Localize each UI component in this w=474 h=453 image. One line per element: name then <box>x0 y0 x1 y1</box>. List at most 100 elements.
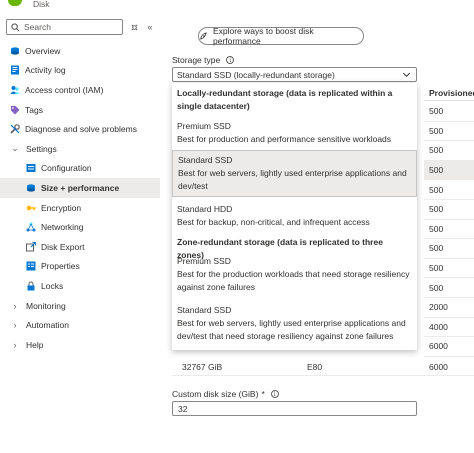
provisioned-column-header[interactable]: Provisioned <box>424 85 474 101</box>
chevron-down-icon <box>402 70 411 81</box>
option-description: Best for the production workloads that n… <box>177 269 410 292</box>
settings-icon[interactable] <box>128 21 140 33</box>
sidebar-group-settings[interactable]: ⌄ Settings <box>0 139 160 159</box>
dropdown-option-standard-ssd-zrs[interactable]: Standard SSD Best for web servers, light… <box>172 304 417 343</box>
option-title: Standard SSD <box>177 305 232 315</box>
info-icon[interactable]: i <box>226 56 235 64</box>
activity-log-icon <box>10 65 20 75</box>
search-box[interactable] <box>6 19 123 35</box>
option-description: Best for backup, non-critical, and infre… <box>177 217 370 227</box>
storage-type-label-text: Storage type <box>172 55 221 65</box>
option-title: Standard SSD <box>178 155 233 165</box>
chevron-down-icon: ⌄ <box>11 143 19 154</box>
sidebar-item-label: Properties <box>41 261 80 272</box>
explore-button-label: Explore ways to boost disk performance <box>212 26 314 46</box>
chevron-right-icon: › <box>13 320 17 331</box>
sidebar-item-diagnose[interactable]: Diagnose and solve problems <box>0 119 160 139</box>
dropdown-option-standard-ssd-lrs[interactable]: Standard SSD Best for web servers, light… <box>172 150 417 197</box>
option-description: Best for web servers, lightly used enter… <box>178 168 407 191</box>
storage-type-value: Standard SSD (locally-redundant storage) <box>177 69 335 80</box>
table-cell-size: 32767 GiB <box>182 361 223 372</box>
sidebar-item-disk-export[interactable]: Disk Export <box>0 237 160 257</box>
sidebar-group-monitoring[interactable]: › Monitoring <box>0 296 160 316</box>
table-cell-provisioned[interactable]: 500 <box>424 220 474 240</box>
sidebar-item-label: Size + performance <box>41 182 120 193</box>
sidebar-group-label: Automation <box>26 320 69 331</box>
storage-type-select[interactable]: Standard SSD (locally-redundant storage) <box>172 67 417 82</box>
page-subtitle: Disk <box>33 0 50 9</box>
search-input[interactable] <box>24 22 120 32</box>
explore-boost-performance-button[interactable]: Explore ways to boost disk performance <box>198 26 364 46</box>
sidebar-item-label: Activity log <box>25 65 66 76</box>
collapse-icon[interactable]: « <box>144 21 156 33</box>
lock-icon <box>26 281 36 291</box>
dropdown-option-premium-ssd-zrs[interactable]: Premium SSD Best for the production work… <box>172 255 417 294</box>
table-cell-provisioned[interactable]: 500 <box>424 102 474 122</box>
disk-resource-icon <box>8 0 22 6</box>
disk-export-icon <box>26 241 36 252</box>
option-title: Standard HDD <box>177 204 233 214</box>
configuration-icon <box>26 163 36 173</box>
sidebar-group-label: Help <box>26 339 44 350</box>
sidebar-item-label: Locks <box>41 280 64 291</box>
sidebar-item-overview[interactable]: Overview <box>0 41 160 61</box>
table-cell-provisioned[interactable]: 4000 <box>424 318 474 338</box>
sidebar-item-iam[interactable]: Access control (IAM) <box>0 80 160 100</box>
sidebar-item-label: Access control (IAM) <box>25 84 104 95</box>
custom-disk-size-label: Custom disk size (GiB) * i <box>172 389 279 399</box>
info-icon[interactable]: i <box>270 390 279 398</box>
table-cell-provisioned[interactable]: 500 <box>424 278 474 298</box>
table-cell-provisioned[interactable]: 500 <box>424 141 474 161</box>
required-marker: * <box>261 389 265 399</box>
sidebar-item-label: Tags <box>25 104 43 115</box>
dropdown-option-premium-ssd-lrs[interactable]: Premium SSD Best for production and perf… <box>172 120 417 146</box>
table-cell-provisioned[interactable]: 500 <box>424 122 474 142</box>
custom-disk-size-input[interactable] <box>172 401 417 416</box>
sidebar-group-label: Monitoring <box>26 300 66 311</box>
table-cell-provisioned[interactable]: 500 <box>424 239 474 259</box>
sidebar-item-size-performance[interactable]: Size + performance <box>0 178 160 198</box>
option-description: Best for web servers, lightly used enter… <box>177 318 406 341</box>
overview-icon <box>10 46 20 56</box>
sidebar-item-networking[interactable]: Networking <box>0 217 160 237</box>
storage-type-label: Storage type i <box>172 55 235 65</box>
option-description: Best for production and performance sens… <box>177 134 392 144</box>
key-icon <box>26 203 36 213</box>
sidebar-nav: Overview Activity log Access control (IA… <box>0 41 160 355</box>
table-cell-provisioned[interactable]: 6000 <box>424 337 474 357</box>
table-cell-provisioned[interactable]: 500 <box>424 200 474 220</box>
wrench-icon <box>10 124 20 134</box>
sidebar-item-label: Networking <box>41 222 84 233</box>
table-cell-provisioned[interactable]: 500 <box>424 259 474 279</box>
table-cell-provisioned: 6000 <box>429 361 448 372</box>
size-performance-icon <box>26 183 36 193</box>
table-row[interactable]: 32767 GiB E80 6000 <box>172 358 474 376</box>
chevron-right-icon: › <box>13 339 17 350</box>
sidebar-group-help[interactable]: › Help <box>0 335 160 355</box>
custom-disk-size-label-text: Custom disk size (GiB) <box>172 389 259 399</box>
sidebar-item-tags[interactable]: Tags <box>0 100 160 120</box>
networking-icon <box>26 222 36 232</box>
table-cell-tier: E80 <box>307 361 323 372</box>
table-cell-provisioned[interactable]: 500 <box>424 180 474 200</box>
sidebar-group-label: Settings <box>26 143 57 154</box>
sidebar-group-automation[interactable]: › Automation <box>0 315 160 335</box>
dropdown-option-standard-hdd-lrs[interactable]: Standard HDD Best for backup, non-critic… <box>172 203 417 229</box>
iam-icon <box>10 85 20 95</box>
option-title: Premium SSD <box>177 256 231 266</box>
sidebar-item-label: Encryption <box>41 202 82 213</box>
sidebar-item-configuration[interactable]: Configuration <box>0 159 160 179</box>
sidebar-item-locks[interactable]: Locks <box>0 276 160 296</box>
rocket-icon <box>200 31 207 40</box>
properties-icon <box>26 261 36 271</box>
option-title: Premium SSD <box>177 121 231 131</box>
dropdown-group-header-lrs: Locally-redundant storage (data is repli… <box>177 88 393 111</box>
sidebar-item-label: Overview <box>25 45 61 56</box>
table-cell-provisioned[interactable]: 500 <box>424 160 474 181</box>
sidebar-item-label: Diagnose and solve problems <box>25 124 137 135</box>
table-cell-provisioned[interactable]: 2000 <box>424 298 474 318</box>
sidebar-item-properties[interactable]: Properties <box>0 257 160 277</box>
sidebar-item-activity-log[interactable]: Activity log <box>0 61 160 81</box>
sidebar-item-encryption[interactable]: Encryption <box>0 198 160 218</box>
sidebar: « Overview Activity log Access control (… <box>0 14 160 453</box>
